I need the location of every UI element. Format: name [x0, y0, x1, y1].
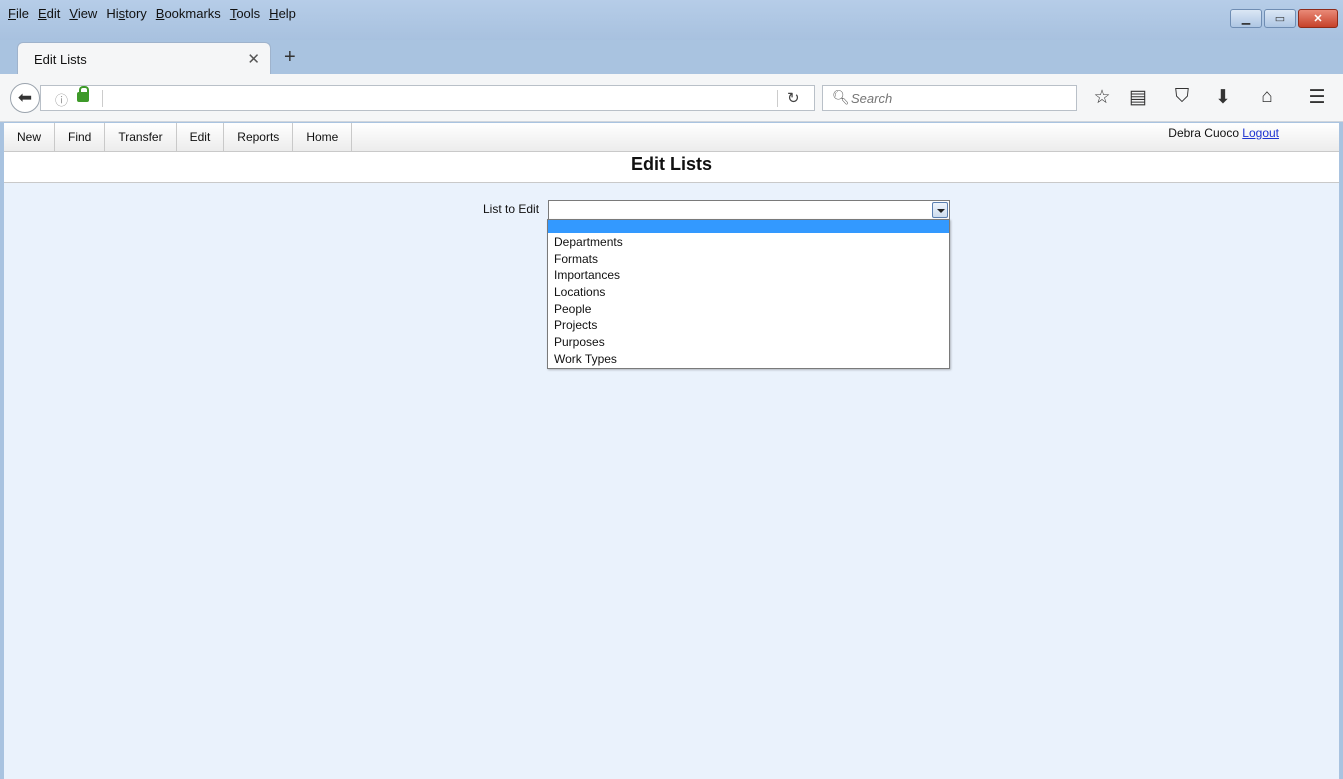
- nav-new[interactable]: New: [4, 123, 56, 152]
- url-separator: [102, 90, 103, 107]
- tab-close-icon[interactable]: ✕: [247, 50, 260, 68]
- menu-file[interactable]: File: [8, 6, 29, 21]
- user-name: Debra Cuoco: [1168, 126, 1239, 140]
- page-title-strip: Edit Lists: [4, 152, 1339, 183]
- menu-tools[interactable]: Tools: [230, 6, 260, 21]
- menu-mnemonic: F: [8, 6, 16, 21]
- home-icon[interactable]: ⌂: [1255, 86, 1279, 108]
- list-to-edit-label: List to Edit: [483, 202, 540, 216]
- search-icon: 🔍︎: [832, 89, 850, 105]
- menu-mnemonic: E: [37, 6, 47, 21]
- menu-edit[interactable]: Edit: [38, 6, 60, 21]
- new-tab-icon[interactable]: +: [284, 46, 296, 69]
- option-people[interactable]: People: [548, 301, 949, 318]
- window-titlebar: File Edit View History Bookmarks Tools H…: [0, 0, 1343, 40]
- tab-edit-lists[interactable]: Edit Lists ✕: [17, 42, 271, 74]
- option-locations[interactable]: Locations: [548, 284, 949, 301]
- nav-find[interactable]: Find: [55, 123, 106, 152]
- back-arrow-icon[interactable]: ⬅: [10, 83, 40, 113]
- menu-mnemonic: H: [269, 6, 279, 21]
- minimize-icon[interactable]: ▁: [1230, 9, 1262, 28]
- menu-bookmarks[interactable]: Bookmarks: [156, 6, 221, 21]
- app-nav: New Find Transfer Edit Reports Home Debr…: [4, 123, 1339, 152]
- search-bar[interactable]: 🔍︎: [822, 85, 1077, 111]
- logout-link[interactable]: Logout: [1242, 126, 1279, 140]
- lock-icon: [77, 86, 89, 102]
- option-purposes[interactable]: Purposes: [548, 334, 949, 351]
- search-input[interactable]: [851, 89, 1071, 107]
- close-icon[interactable]: ✕: [1298, 9, 1338, 28]
- hamburger-menu-icon[interactable]: ☰: [1305, 86, 1329, 109]
- menu-mnemonic: B: [155, 6, 165, 21]
- nav-reports[interactable]: Reports: [224, 123, 294, 152]
- tab-title: Edit Lists: [34, 52, 87, 67]
- site-info-icon[interactable]: ⓘ: [55, 90, 68, 109]
- option-importances[interactable]: Importances: [548, 267, 949, 284]
- menu-view[interactable]: View: [69, 6, 97, 21]
- option-departments[interactable]: Departments: [548, 234, 949, 251]
- reload-icon[interactable]: ↻: [787, 89, 800, 107]
- pocket-icon[interactable]: ⛉: [1170, 86, 1194, 108]
- nav-edit[interactable]: Edit: [177, 123, 225, 152]
- option-projects[interactable]: Projects: [548, 317, 949, 334]
- bookmark-star-icon[interactable]: ☆: [1090, 86, 1114, 109]
- list-dropdown: Departments Formats Importances Location…: [547, 219, 950, 369]
- menu-mnemonic: s: [118, 6, 126, 21]
- window-controls: ▁ ▭ ✕: [1230, 9, 1338, 28]
- nav-home[interactable]: Home: [293, 123, 353, 152]
- maximize-icon[interactable]: ▭: [1264, 9, 1296, 28]
- menu-mnemonic: V: [69, 6, 78, 21]
- download-icon[interactable]: ⬇: [1211, 86, 1235, 109]
- menu-mnemonic: T: [229, 6, 237, 21]
- reload-separator: [777, 90, 778, 107]
- menu-bar: File Edit View History Bookmarks Tools H…: [8, 6, 296, 21]
- option-formats[interactable]: Formats: [548, 251, 949, 268]
- tab-strip: Edit Lists ✕ +: [0, 40, 1343, 74]
- page-title: Edit Lists: [630, 154, 712, 174]
- list-to-edit-select[interactable]: [548, 200, 950, 220]
- option-blank[interactable]: [548, 220, 949, 233]
- menu-history[interactable]: History: [106, 6, 146, 21]
- chevron-down-icon[interactable]: [932, 202, 948, 218]
- menu-help[interactable]: Help: [269, 6, 296, 21]
- url-bar[interactable]: ⓘ ↻: [40, 85, 815, 111]
- option-work-types[interactable]: Work Types: [548, 351, 949, 368]
- navigation-bar: ⬅ ⓘ ↻ 🔍︎ ☆ ▤ ⛉ ⬇ ⌂ ☰: [0, 74, 1343, 122]
- page-content: New Find Transfer Edit Reports Home Debr…: [4, 123, 1339, 779]
- reading-list-icon[interactable]: ▤: [1126, 86, 1150, 109]
- nav-transfer[interactable]: Transfer: [105, 123, 177, 152]
